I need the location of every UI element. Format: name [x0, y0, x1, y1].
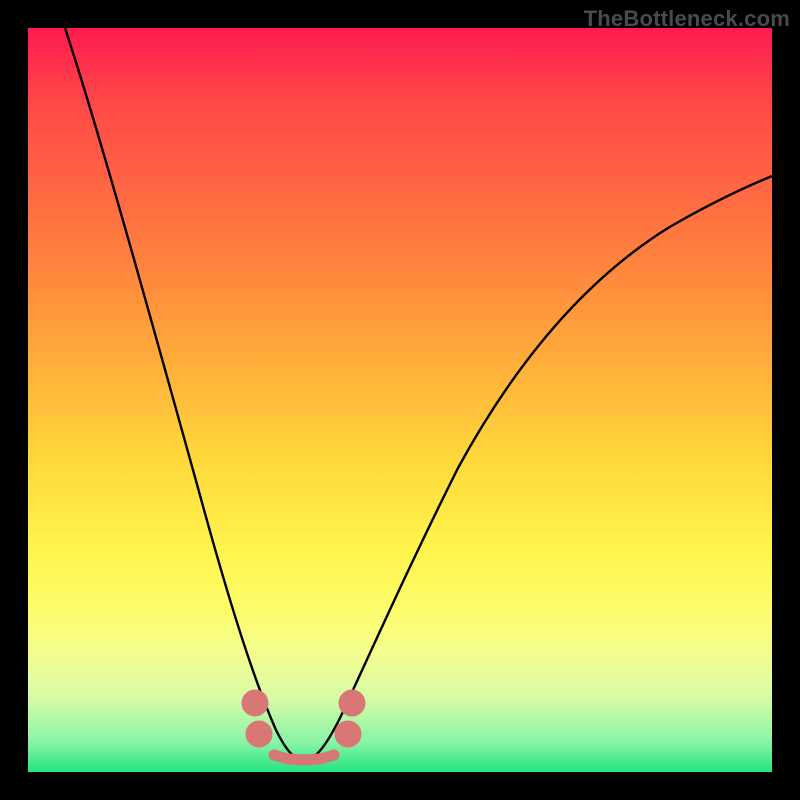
marker-dot — [344, 695, 360, 711]
chart-svg — [28, 28, 772, 772]
bottleneck-markers-group — [247, 695, 360, 760]
marker-dot — [251, 726, 267, 742]
chart-frame: TheBottleneck.com — [0, 0, 800, 800]
marker-dot — [340, 726, 356, 742]
watermark-text: TheBottleneck.com — [584, 6, 790, 32]
chart-plot-area — [28, 28, 772, 772]
marker-dot — [247, 695, 263, 711]
marker-segment — [274, 755, 334, 760]
bottleneck-curve-line — [65, 28, 772, 760]
